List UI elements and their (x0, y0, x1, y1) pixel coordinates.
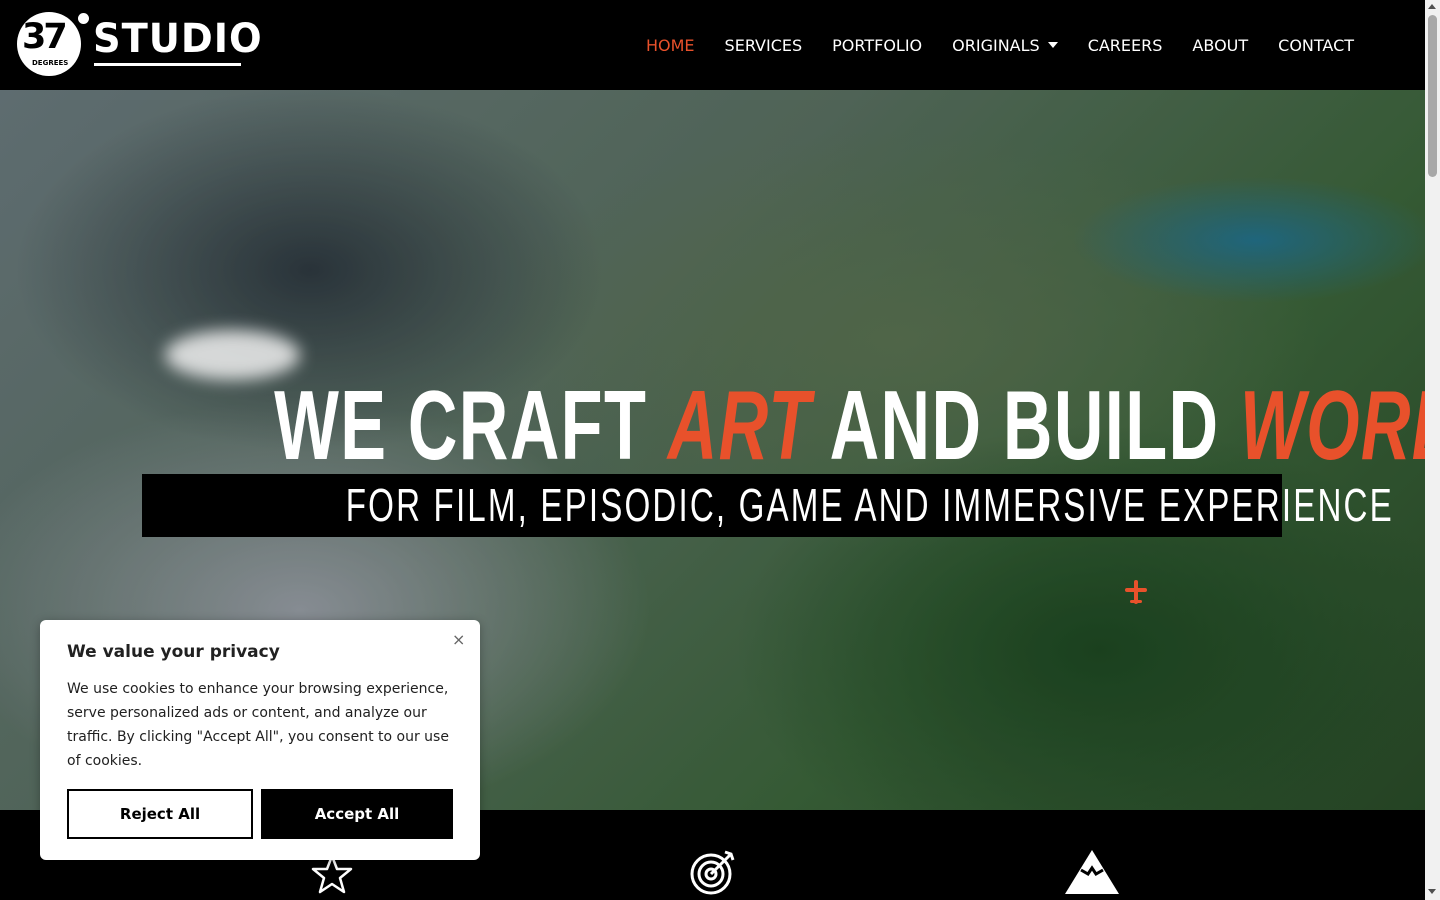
nav-item-services[interactable]: SERVICES (725, 36, 803, 55)
target-icon (690, 850, 735, 895)
reject-all-button[interactable]: Reject All (67, 789, 253, 839)
mountain-icon (1065, 850, 1119, 894)
headline-part-1: WE CRAFT (274, 370, 668, 480)
scroll-down-arrow-icon[interactable] (1428, 889, 1436, 894)
logo-subtitle: DEGREES (32, 59, 69, 67)
cookie-title: We value your privacy (67, 642, 280, 662)
headline-accent-worlds: WORLDS (1239, 370, 1425, 480)
nav-item-originals[interactable]: ORIGINALS (952, 36, 1058, 55)
accept-all-button[interactable]: Accept All (261, 789, 453, 839)
nav-item-careers[interactable]: CAREERS (1088, 36, 1163, 55)
scroll-thumb[interactable] (1428, 15, 1437, 177)
nav-item-originals-label: ORIGINALS (952, 35, 1040, 55)
nav-item-contact[interactable]: CONTACT (1278, 36, 1354, 55)
page-scrollbar[interactable] (1425, 0, 1440, 900)
hero-subheadline: FOR FILM, EPISODIC, GAME AND IMMERSIVE E… (142, 474, 1392, 537)
site-header: 37 DEGREES STUDIO HOME SERVICES PORTFOLI… (0, 0, 1425, 90)
hero-subheadline-bar: FOR FILM, EPISODIC, GAME AND IMMERSIVE E… (142, 474, 1392, 537)
nav-item-about[interactable]: ABOUT (1192, 36, 1248, 55)
logo-degree-dot (78, 13, 89, 24)
hero-subheadline-text: FOR FILM, EPISODIC, GAME AND IMMERSIVE E… (345, 479, 1394, 531)
nav-item-portfolio[interactable]: PORTFOLIO (832, 36, 922, 55)
main-nav: HOME SERVICES PORTFOLIO ORIGINALS CAREER… (646, 0, 1384, 90)
nav-item-home[interactable]: HOME (646, 36, 695, 55)
chevron-down-icon (1047, 42, 1058, 48)
scroll-up-arrow-icon[interactable] (1428, 4, 1436, 9)
headline-part-2: AND BUILD (811, 370, 1240, 480)
hero-headline: WE CRAFT ART AND BUILD WORLDS (0, 375, 1425, 475)
logo-underline (94, 63, 241, 66)
cookie-consent-dialog: We value your privacy × We use cookies t… (40, 620, 480, 860)
logo-wordmark: STUDIO (93, 16, 263, 62)
close-icon[interactable]: × (452, 630, 465, 649)
logo-number: 37 (22, 17, 68, 57)
headline-accent-art: ART (667, 370, 812, 480)
studio-logo[interactable]: 37 DEGREES STUDIO (17, 12, 262, 78)
cookie-description: We use cookies to enhance your browsing … (67, 681, 449, 769)
plane-icon (1125, 580, 1147, 604)
